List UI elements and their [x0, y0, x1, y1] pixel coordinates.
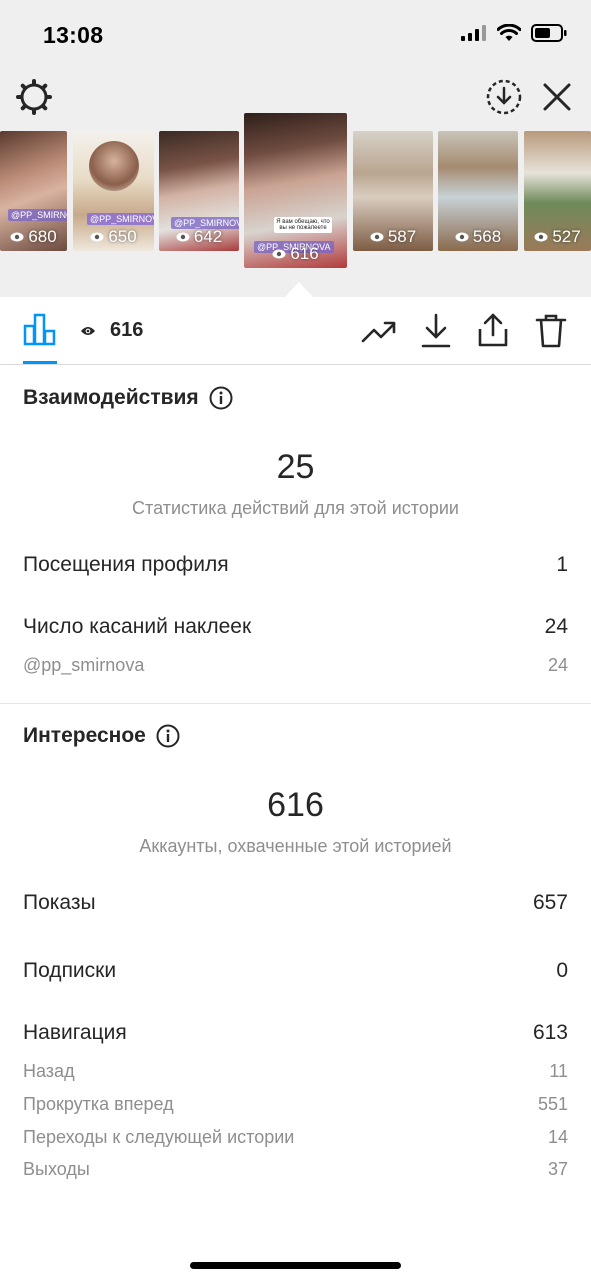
cellular-signal-icon — [461, 25, 486, 41]
active-tab-indicator — [23, 361, 57, 364]
section-title-text: Интересное — [23, 724, 146, 747]
home-indicator[interactable] — [190, 1262, 401, 1269]
eye-icon — [90, 232, 104, 242]
info-icon[interactable] — [156, 724, 180, 748]
stat-row-mention: @pp_smirnova 24 — [23, 655, 568, 676]
stat-value: 24 — [544, 615, 568, 638]
share-icon[interactable] — [477, 312, 509, 348]
stat-value: 613 — [532, 1021, 568, 1044]
story-archive-header: 13:08 @PP_SMIRN 680 @PP_SMIRNO 650 @PP_S… — [0, 0, 591, 297]
stat-value: 551 — [537, 1094, 568, 1114]
viewers-button[interactable]: 616 — [80, 319, 143, 342]
trash-icon[interactable] — [535, 313, 567, 349]
status-bar: 13:08 — [0, 0, 591, 70]
story-thumbnail[interactable]: @PP_SMIRNOVA 680 — [0, 131, 67, 251]
stat-label: Навигация — [23, 1021, 127, 1044]
story-views: 527 — [524, 227, 591, 247]
stat-label: Переходы к следующей истории — [23, 1127, 295, 1147]
wifi-icon — [497, 24, 521, 41]
download-circle-icon[interactable] — [486, 79, 522, 115]
info-icon[interactable] — [209, 386, 233, 410]
stat-value: 657 — [532, 891, 568, 914]
views-count: 680 — [28, 227, 57, 246]
stat-value: 1 — [556, 553, 568, 576]
story-views: 568 — [438, 227, 518, 247]
story-thumbnail[interactable]: 568 — [438, 131, 518, 251]
story-thumbnail[interactable]: @PP_SMIRNOVA 642 — [159, 131, 239, 251]
story-views: 587 — [353, 227, 433, 247]
stat-value: 37 — [547, 1159, 568, 1179]
status-time: 13:08 — [43, 22, 104, 48]
stat-row-navigation: Навигация 613 — [23, 1021, 568, 1045]
views-count: 616 — [290, 244, 319, 263]
story-thumbnail-selected[interactable]: Я вам обещаю, что вы не пожалеете @PP_SM… — [244, 113, 347, 268]
eye-icon — [455, 232, 469, 242]
story-thumbnail-strip[interactable]: @PP_SMIRNOVA 680 @PP_SMIRNOVA 650 @PP_SM… — [0, 113, 591, 273]
trending-up-icon[interactable] — [361, 317, 397, 347]
stat-row-impressions: Показы 657 — [23, 891, 568, 915]
stat-value: 11 — [549, 1061, 568, 1081]
stat-value: 14 — [547, 1127, 568, 1147]
stat-row-follows: Подписки 0 — [23, 959, 568, 983]
interactions-section-title: Взаимодействия — [23, 386, 233, 410]
discovery-total: 616 — [267, 786, 324, 824]
selection-caret — [285, 282, 313, 297]
eye-icon — [10, 232, 24, 242]
stat-row-exits: Выходы 37 — [23, 1159, 568, 1180]
story-caption-sticker: Я вам обещаю, что вы не пожалеете — [274, 217, 332, 233]
story-views: 650 — [73, 227, 154, 247]
stat-row-forward: Прокрутка вперед 551 — [23, 1094, 568, 1115]
stat-label: @pp_smirnova — [23, 655, 145, 675]
views-count: 568 — [472, 227, 502, 246]
close-icon[interactable] — [542, 82, 572, 112]
profile-photo — [89, 141, 139, 191]
eye-icon — [534, 232, 548, 242]
story-thumbnail[interactable]: 587 — [353, 131, 433, 251]
eye-icon — [176, 232, 190, 242]
interactions-caption: Статистика действий для этой истории — [132, 498, 459, 518]
mention-sticker: @PP_SMIRNOVA — [8, 209, 67, 221]
stat-label: Показы — [23, 891, 96, 914]
story-views: 616 — [244, 244, 347, 264]
story-thumbnail[interactable]: @PP_SMIRNOVA 650 — [73, 131, 154, 251]
stat-label: Подписки — [23, 959, 117, 982]
views-count: 587 — [387, 227, 417, 246]
bar-chart-icon[interactable] — [23, 312, 57, 346]
story-toolbar: 616 — [0, 297, 591, 365]
stat-label: Назад — [23, 1061, 75, 1081]
eye-icon — [272, 249, 286, 259]
interactions-total: 25 — [276, 448, 315, 486]
views-count: 527 — [552, 227, 581, 246]
story-views: 642 — [159, 227, 239, 247]
stat-row-sticker-taps: Число касаний наклеек 24 — [23, 615, 568, 639]
stat-row-next-story: Переходы к следующей истории 14 — [23, 1127, 568, 1148]
story-thumbnail[interactable]: 527 — [524, 131, 591, 251]
eye-icon — [81, 326, 95, 335]
stat-row-profile-visits: Посещения профиля 1 — [23, 553, 568, 577]
status-icons — [461, 24, 567, 42]
stat-label: Число касаний наклеек — [23, 615, 252, 638]
views-count: 650 — [108, 227, 137, 246]
discovery-section-title: Интересное — [23, 724, 180, 748]
stat-label: Прокрутка вперед — [23, 1094, 174, 1114]
discovery-caption: Аккаунты, охваченные этой историей — [139, 836, 452, 856]
download-icon[interactable] — [420, 313, 452, 349]
viewers-count: 616 — [110, 319, 144, 341]
battery-icon — [531, 24, 567, 42]
views-count: 642 — [193, 227, 223, 246]
eye-icon — [370, 232, 384, 242]
stat-row-back: Назад 11 — [23, 1061, 568, 1082]
stat-label: Выходы — [23, 1159, 90, 1179]
stat-value: 24 — [547, 655, 568, 675]
stat-value: 0 — [556, 959, 568, 982]
section-title-text: Взаимодействия — [23, 386, 199, 409]
gear-icon[interactable] — [15, 78, 53, 116]
mention-sticker: @PP_SMIRNOVA — [87, 213, 154, 225]
stat-label: Посещения профиля — [23, 553, 229, 576]
story-views: 680 — [0, 227, 67, 247]
section-divider — [0, 703, 591, 704]
